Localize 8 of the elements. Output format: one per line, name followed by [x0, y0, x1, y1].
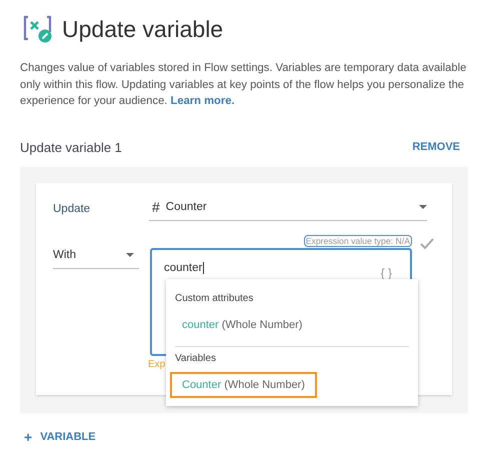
group-title: Variables: [174, 352, 217, 364]
group-title: Custom attributes: [174, 292, 254, 304]
description: Changes value of variables stored in Flow settings. Variables are temporary data available only within this flow. Updating variables at key points of the flow helps you personalize the experience for your audience. Learn more.: [20, 61, 468, 109]
update-label: Update: [53, 202, 92, 216]
expression-type-hint: Expression value type: N/A: [304, 234, 412, 246]
section-title: Update variable 1: [20, 140, 122, 154]
error-text: Exp: [148, 358, 166, 370]
page-title: Update variable: [62, 16, 224, 42]
